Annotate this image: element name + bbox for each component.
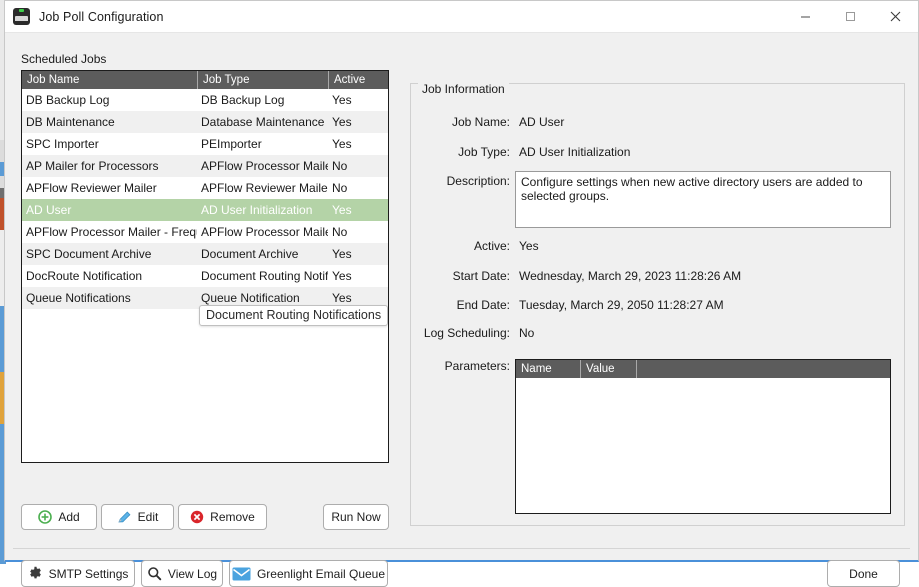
remove-circle-icon xyxy=(190,510,204,524)
cell-active: Yes xyxy=(332,203,352,217)
pencil-icon xyxy=(117,510,132,525)
window-title: Job Poll Configuration xyxy=(39,9,164,24)
job-information-legend: Job Information xyxy=(418,82,509,96)
start-date-label: Start Date: xyxy=(452,269,510,283)
description-label: Description: xyxy=(446,174,510,188)
envelope-icon xyxy=(232,567,251,581)
cell-job-type: Document Archive xyxy=(201,247,299,261)
add-button-label: Add xyxy=(58,510,80,524)
remove-button[interactable]: Remove xyxy=(178,504,267,530)
parameters-table[interactable]: Name Value xyxy=(515,359,891,514)
cell-job-name: DB Backup Log xyxy=(26,93,110,107)
job-type-label: Job Type: xyxy=(458,145,510,159)
application-window: Job Poll Configuration Scheduled Jobs Jo… xyxy=(4,0,919,587)
done-button[interactable]: Done xyxy=(827,560,900,587)
table-row[interactable]: DocRoute Notification Document Routing N… xyxy=(22,265,388,287)
start-date-value: Wednesday, March 29, 2023 11:28:26 AM xyxy=(519,269,742,283)
remove-button-label: Remove xyxy=(210,510,255,524)
cell-job-type: APFlow Processor Mailer xyxy=(201,225,328,239)
cell-job-name: DB Maintenance xyxy=(26,115,115,129)
column-header-job-type[interactable]: Job Type xyxy=(197,71,328,89)
column-header-value[interactable]: Value xyxy=(580,360,636,378)
greenlight-email-queue-button[interactable]: Greenlight Email Queue xyxy=(229,560,388,587)
edit-button-label: Edit xyxy=(137,510,159,524)
cell-job-type: APFlow Reviewer Mailer xyxy=(201,181,328,195)
smtp-settings-button[interactable]: SMTP Settings xyxy=(21,560,135,587)
close-icon[interactable] xyxy=(873,1,918,32)
edit-button[interactable]: Edit xyxy=(101,504,174,530)
table-row[interactable]: APFlow Processor Mailer - Frequent APFlo… xyxy=(22,221,388,243)
window-controls xyxy=(783,1,918,32)
add-button[interactable]: Add xyxy=(21,504,97,530)
cell-job-type: Database Maintenance xyxy=(201,115,325,129)
view-log-button[interactable]: View Log xyxy=(141,560,223,587)
search-icon xyxy=(147,566,162,581)
cell-active: No xyxy=(332,225,348,239)
cell-job-name: DocRoute Notification xyxy=(26,269,143,283)
footer-divider xyxy=(13,548,910,549)
cell-job-name: SPC Importer xyxy=(26,137,99,151)
job-type-value: AD User Initialization xyxy=(519,145,631,159)
parameters-label: Parameters: xyxy=(444,359,510,373)
cell-job-name: AD User xyxy=(26,203,72,217)
window-content: Scheduled Jobs Job Name Job Type Active … xyxy=(5,33,918,587)
column-header-active[interactable]: Active xyxy=(328,71,388,89)
scheduled-jobs-header: Job Name Job Type Active xyxy=(22,71,388,89)
cell-active: No xyxy=(332,181,348,195)
log-scheduling-value: No xyxy=(519,326,535,340)
end-date-label: End Date: xyxy=(456,298,510,312)
cell-active: No xyxy=(332,159,348,173)
table-row-selected[interactable]: AD User AD User Initialization Yes xyxy=(22,199,388,221)
column-header-job-name[interactable]: Job Name xyxy=(22,71,197,89)
cell-job-type: APFlow Processor Mailer xyxy=(201,159,328,173)
cell-job-type: AD User Initialization xyxy=(201,203,313,217)
table-row[interactable]: DB Maintenance Database Maintenance Yes xyxy=(22,111,388,133)
cell-job-type: DB Backup Log xyxy=(201,93,285,107)
run-now-button[interactable]: Run Now xyxy=(323,504,389,530)
title-bar: Job Poll Configuration xyxy=(5,1,918,33)
table-row[interactable]: SPC Document Archive Document Archive Ye… xyxy=(22,243,388,265)
row-tooltip: Document Routing Notifications xyxy=(199,305,389,326)
cell-active: Yes xyxy=(332,247,352,261)
cell-job-type: PEImporter xyxy=(201,137,262,151)
view-log-label: View Log xyxy=(167,566,218,581)
cell-active: Yes xyxy=(332,269,352,283)
table-row[interactable]: DB Backup Log DB Backup Log Yes xyxy=(22,89,388,111)
parameters-table-header: Name Value xyxy=(516,360,890,378)
cell-job-name: APFlow Processor Mailer - Frequent xyxy=(26,225,197,239)
table-row[interactable]: APFlow Reviewer Mailer APFlow Reviewer M… xyxy=(22,177,388,199)
scheduled-jobs-label: Scheduled Jobs xyxy=(21,52,107,66)
end-date-value: Tuesday, March 29, 2050 11:28:27 AM xyxy=(519,298,724,312)
cell-job-name: AP Mailer for Processors xyxy=(26,159,159,173)
scheduled-jobs-list[interactable]: Job Name Job Type Active DB Backup Log D… xyxy=(21,70,389,463)
smtp-settings-label: SMTP Settings xyxy=(48,566,129,581)
cell-job-type: Queue Notification xyxy=(201,291,300,305)
active-value: Yes xyxy=(519,239,539,253)
column-header-blank[interactable] xyxy=(636,360,886,378)
gear-icon xyxy=(28,566,43,581)
done-button-label: Done xyxy=(849,566,878,581)
cell-active: Yes xyxy=(332,115,352,129)
cell-job-name: Queue Notifications xyxy=(26,291,131,305)
description-field[interactable]: Configure settings when new active direc… xyxy=(515,171,891,228)
job-name-value: AD User xyxy=(519,115,565,129)
table-row[interactable]: AP Mailer for Processors APFlow Processo… xyxy=(22,155,388,177)
job-name-label: Job Name: xyxy=(451,115,510,129)
app-icon xyxy=(13,8,30,25)
cell-job-type: Document Routing Notifications xyxy=(201,269,328,283)
maximize-icon[interactable] xyxy=(828,1,873,32)
active-label: Active: xyxy=(473,239,510,253)
table-row[interactable]: SPC Importer PEImporter Yes xyxy=(22,133,388,155)
cell-job-name: APFlow Reviewer Mailer xyxy=(26,181,157,195)
cell-job-name: SPC Document Archive xyxy=(26,247,152,261)
cell-active: Yes xyxy=(332,137,352,151)
run-now-button-label: Run Now xyxy=(331,510,381,524)
greenlight-email-queue-label: Greenlight Email Queue xyxy=(256,566,386,581)
column-header-name[interactable]: Name xyxy=(516,360,580,378)
plus-circle-icon xyxy=(38,510,53,524)
log-scheduling-label: Log Scheduling: xyxy=(423,326,510,340)
cell-active: Yes xyxy=(332,93,352,107)
cell-active: Yes xyxy=(332,291,352,305)
minimize-icon[interactable] xyxy=(783,1,828,32)
